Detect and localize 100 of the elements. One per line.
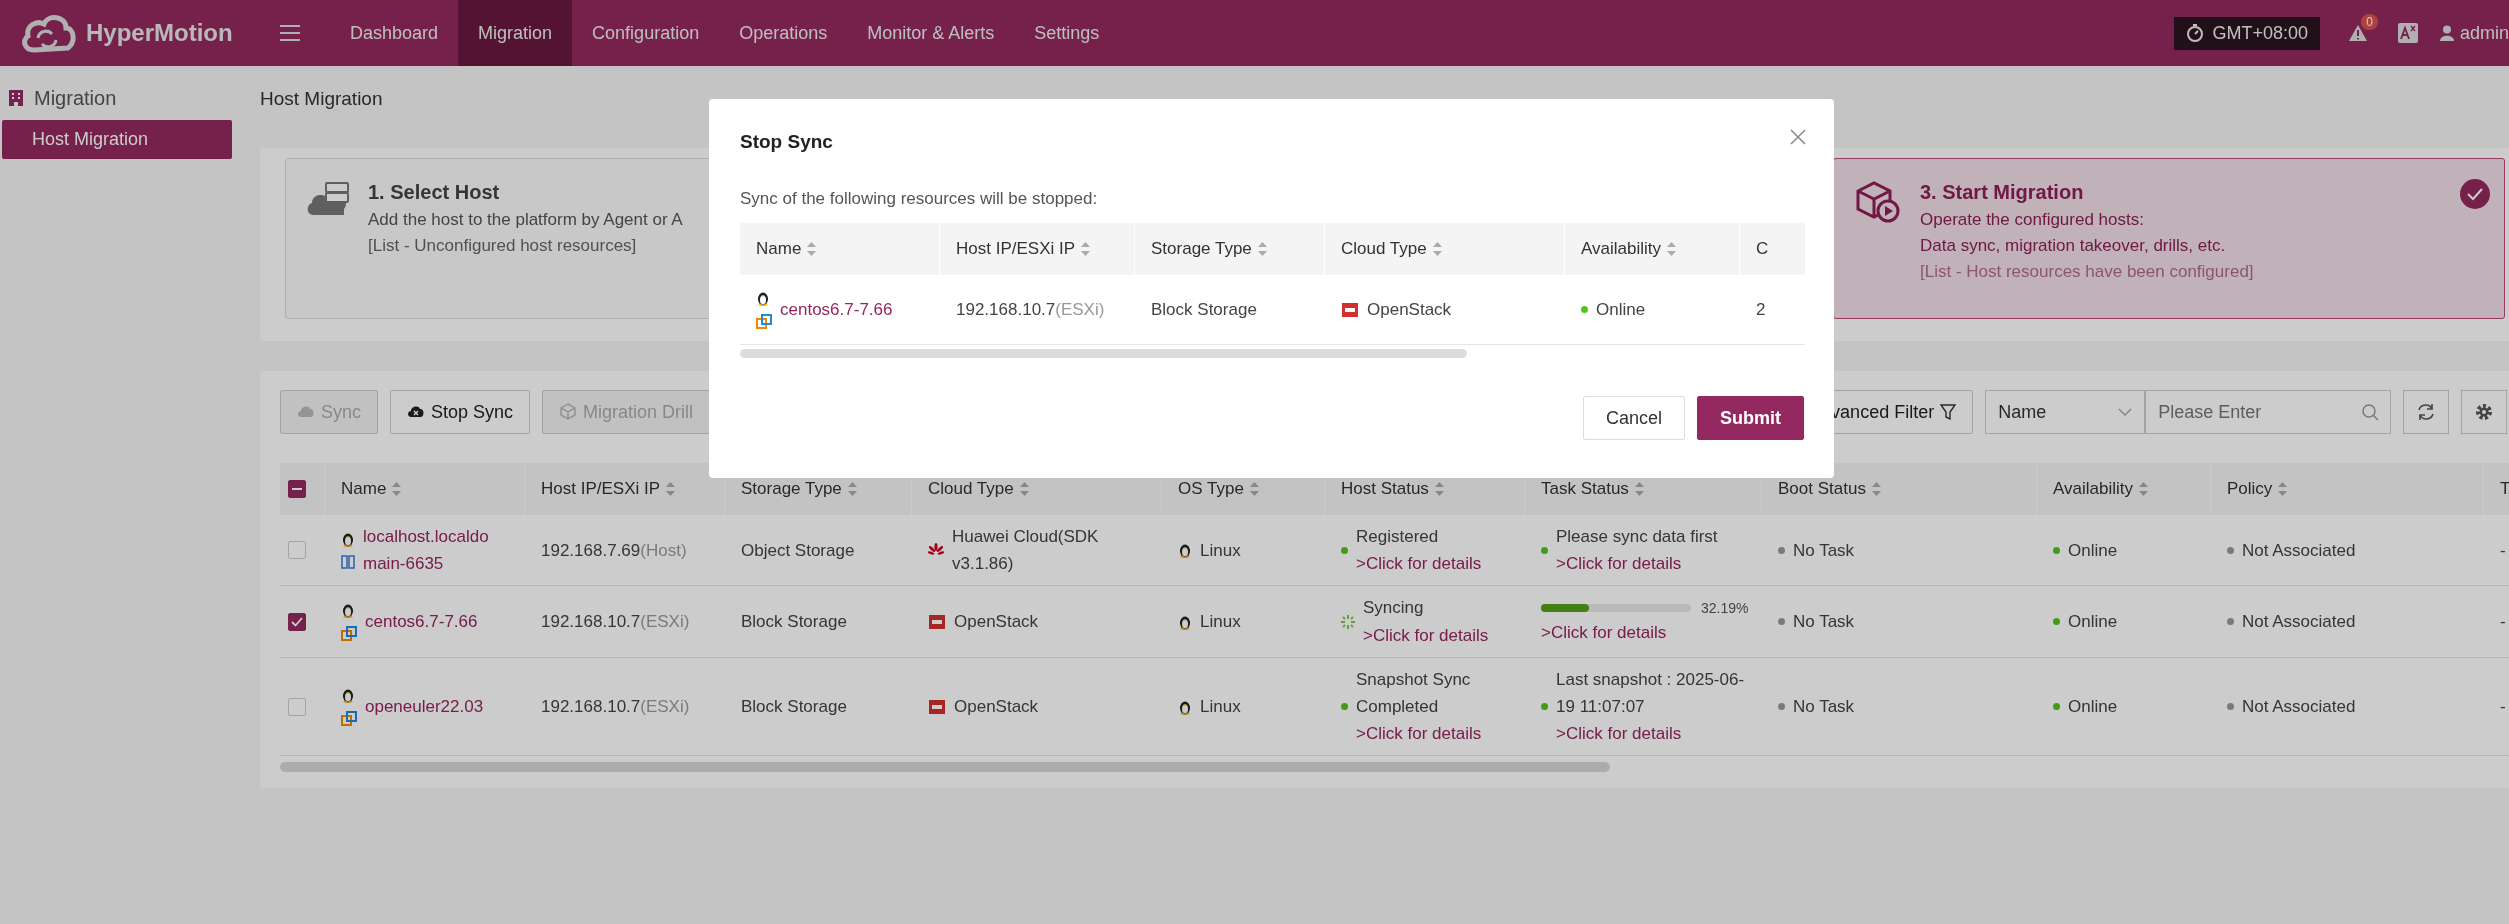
dialog-message: Sync of the following resources will be stopped: [740, 189, 1099, 209]
user-icon [2439, 25, 2454, 41]
page-title: Host Migration [260, 88, 384, 110]
details-link[interactable]: >Click for details [1356, 550, 1506, 578]
ip-address: 192.168.10.7 [956, 299, 1056, 319]
status-text: Syncing [1363, 597, 1425, 620]
checkbox[interactable] [288, 480, 306, 498]
sort-icon[interactable] [2139, 482, 2148, 496]
ip-type: (ESXi) [1055, 299, 1105, 319]
penguin-icon [1178, 542, 1192, 559]
sort-icon[interactable] [1257, 242, 1267, 256]
sort-icon[interactable] [392, 482, 402, 496]
cloud-type: Huawei Cloud(SDK v3.1.86) [952, 526, 1100, 576]
sort-icon[interactable] [1434, 482, 1444, 496]
sort-icon[interactable] [847, 482, 857, 496]
column-header[interactable]: Boot Status [1778, 479, 1866, 499]
toolbar-button[interactable]: Stop Sync [390, 390, 531, 434]
check-icon [291, 616, 303, 627]
checkbox[interactable] [288, 612, 306, 631]
column-header[interactable]: Cloud Type [1341, 239, 1427, 259]
host-name-link[interactable]: centos6.7-7.66 [365, 607, 499, 636]
nav-tab[interactable]: Operations [719, 0, 848, 66]
square-frame-icon [928, 613, 946, 630]
details-link[interactable]: >Click for details [1541, 619, 1749, 647]
column-header[interactable]: Availability [1581, 239, 1661, 259]
translate-icon[interactable] [2397, 23, 2418, 43]
ip-type: (ESXi) [640, 696, 690, 716]
refresh-button[interactable] [2403, 390, 2450, 434]
close-icon[interactable] [1790, 129, 1806, 145]
status-text: Not Associated [2242, 539, 2356, 562]
status-text: Last snapshot : 2025-06-19 11:07:07 [1556, 668, 1746, 718]
search-field[interactable]: Please Enter [2145, 390, 2392, 434]
scrollbar[interactable] [740, 349, 1467, 358]
sort-icon[interactable] [2278, 482, 2288, 496]
status-text: Online [2068, 610, 2118, 633]
server-icon [341, 555, 355, 570]
nav-tab[interactable]: Monitor & Alerts [847, 0, 1015, 66]
status-text: No Task [1793, 539, 1855, 562]
cancel-button[interactable]: Cancel [1582, 396, 1685, 440]
details-link[interactable]: >Click for details [1356, 720, 1506, 748]
sort-icon[interactable] [807, 242, 817, 256]
details-link[interactable]: >Click for details [1363, 621, 1513, 649]
column-header[interactable]: Availability [2053, 479, 2133, 499]
status-text: No Task [1793, 610, 1855, 633]
cloud-type: OpenStack [954, 695, 1040, 718]
column-header[interactable]: Task Status [1541, 479, 1629, 499]
user-name[interactable]: admin [2459, 22, 2509, 44]
logo-text: HyperMotion [86, 19, 233, 47]
sort-icon[interactable] [1019, 482, 1029, 496]
step-card[interactable]: 3. Start Migration Operate the configured hosts: Data sync, migration takeover, drills, etc. [List - Host resources have been configured] [1833, 158, 2505, 319]
host-name-link[interactable]: openeuler22.03 [365, 692, 499, 721]
sort-icon[interactable] [1871, 482, 1881, 496]
sort-icon[interactable] [1667, 242, 1676, 256]
column-header[interactable]: Name [756, 239, 802, 259]
nav-tab[interactable]: Dashboard [330, 0, 459, 66]
submit-button[interactable]: Submit [1697, 396, 1804, 440]
column-header[interactable]: Cloud Type [928, 479, 1014, 499]
host-name-link[interactable]: localhost.localdomain-6635 [363, 523, 497, 578]
sort-icon[interactable] [1081, 242, 1091, 256]
nav-tab[interactable]: Migration [458, 0, 573, 66]
dropdown[interactable]: Name [1985, 390, 2146, 434]
sidebar-section-title: Migration [34, 86, 117, 110]
sort-icon[interactable] [1249, 482, 1259, 496]
settings-button[interactable] [2461, 390, 2508, 434]
nav-tab[interactable]: Settings [1014, 0, 1120, 66]
details-link[interactable]: >Click for details [1556, 720, 1756, 748]
sidebar-item[interactable]: Host Migration [2, 120, 232, 159]
step-description: Data sync, migration takeover, drills, etc. [1920, 236, 2227, 256]
timezone-text: GMT+08:00 [2212, 22, 2308, 44]
cube-play-icon [1854, 181, 1902, 223]
details-link[interactable]: >Click for details [1556, 550, 1756, 578]
progress-percent: 32.19% [1701, 598, 1749, 618]
menu-icon[interactable] [280, 24, 300, 42]
step-title: 1. Select Host [368, 181, 501, 204]
column-header[interactable]: Host Status [1341, 479, 1429, 499]
square-frame-icon [1341, 301, 1359, 318]
square-frame-icon [928, 698, 946, 715]
sort-icon[interactable] [666, 482, 676, 496]
os-type: Linux [1200, 539, 1241, 562]
sort-icon[interactable] [1432, 242, 1442, 256]
warning-icon[interactable] [2347, 24, 2368, 42]
nav-tab[interactable]: Configuration [572, 0, 720, 66]
cloud-type: OpenStack [1367, 298, 1453, 321]
column-header[interactable]: Policy [2227, 479, 2273, 499]
building-icon [8, 89, 24, 107]
spinner-icon [1341, 614, 1355, 629]
scrollbar[interactable] [280, 762, 1610, 773]
column-header[interactable]: C [1756, 239, 1769, 259]
sort-icon[interactable] [1634, 482, 1644, 496]
settings-icon [2474, 402, 2495, 422]
search-icon [2361, 403, 2380, 421]
table-cell: Block Storage [725, 657, 912, 757]
table-cell: - [2484, 586, 2509, 658]
step-note: [List - Unconfigured host resources] [368, 236, 638, 256]
column-header[interactable]: OS Type [1178, 479, 1244, 499]
chevron-down-icon [2118, 408, 2133, 416]
column-header[interactable]: Name [341, 479, 387, 499]
host-name-link[interactable]: centos6.7-7.66 [780, 295, 914, 324]
dialog-title: Stop Sync [740, 131, 833, 153]
timezone-button[interactable]: GMT+08:00 [2174, 16, 2320, 50]
